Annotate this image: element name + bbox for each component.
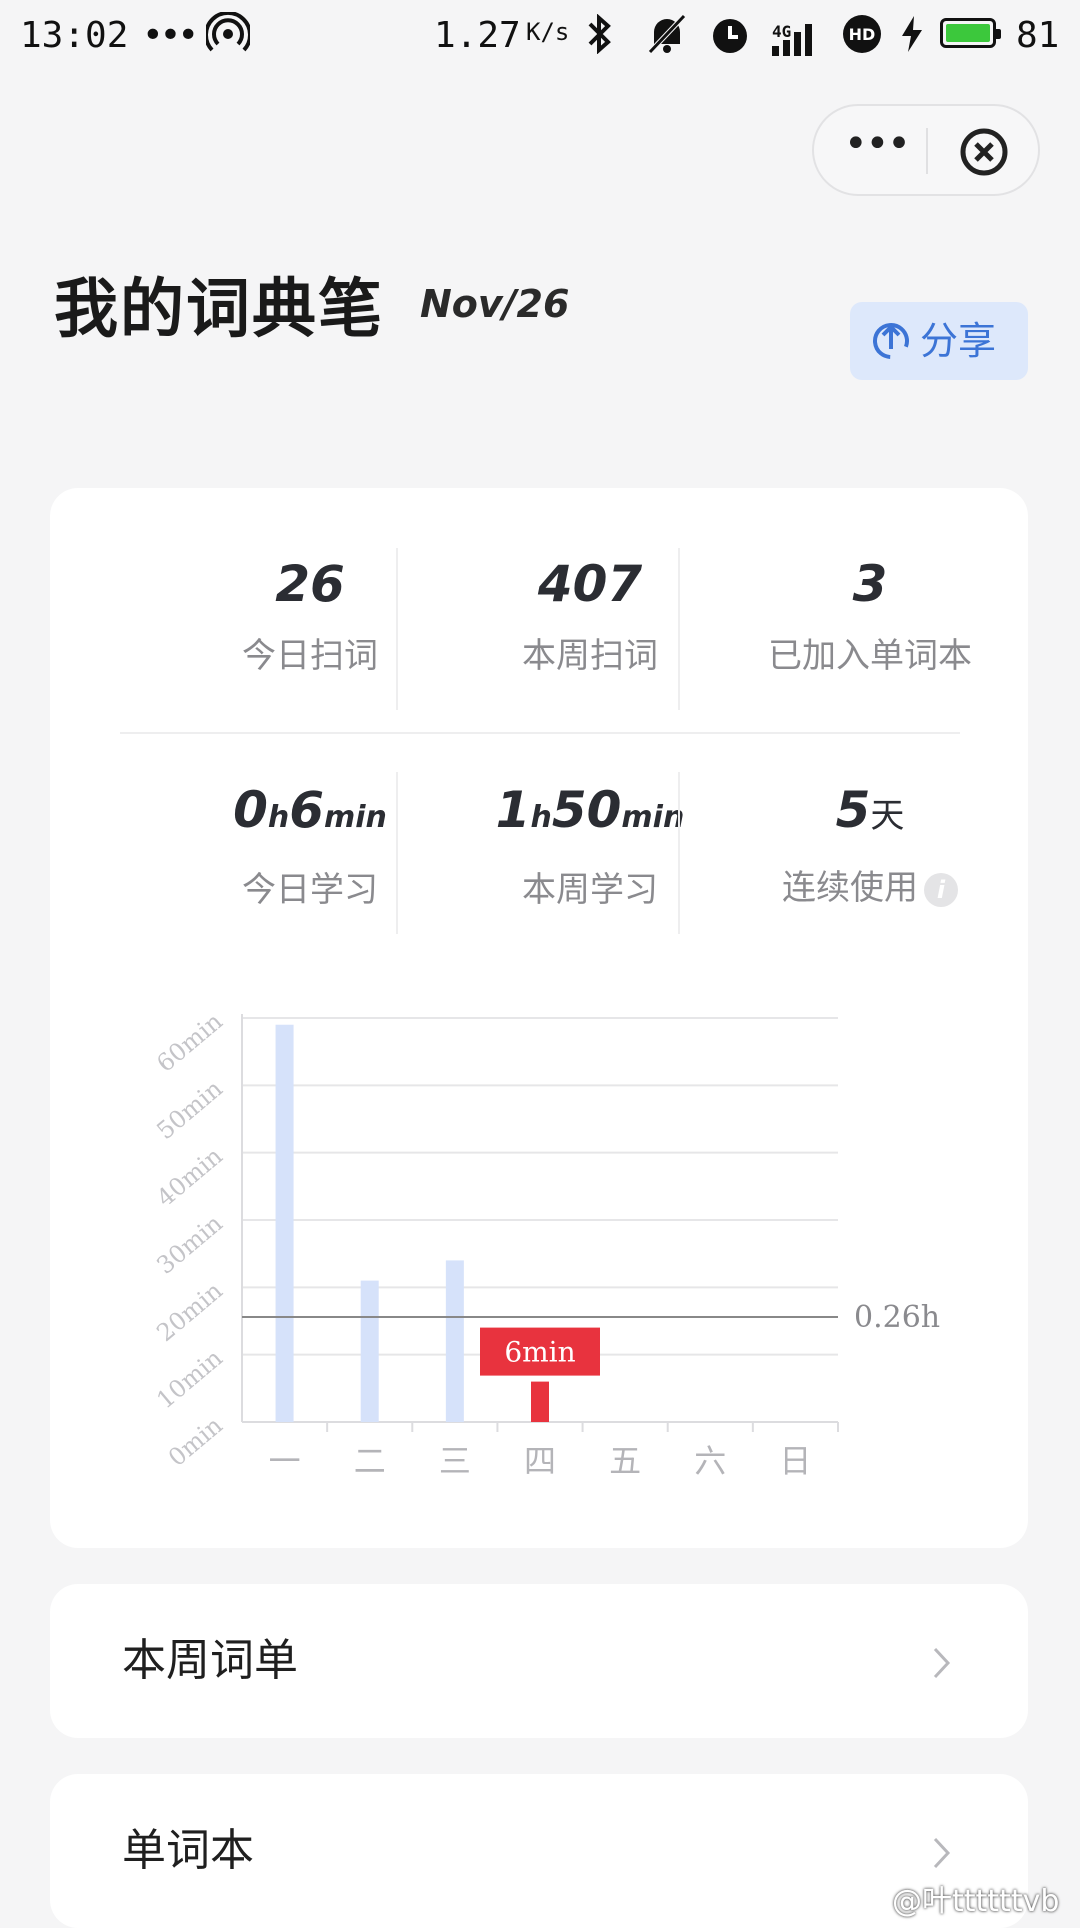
y-tick-label: 30min: [151, 1209, 228, 1280]
alarm-icon: [713, 19, 747, 53]
battery-level: 81: [1016, 15, 1060, 56]
y-tick-label: 0min: [163, 1411, 228, 1472]
stats-card: 26 今日扫词 407 本周扫词 3 已加入单词本 0h6min 今日学习 1h…: [50, 488, 1028, 1548]
close-icon[interactable]: [958, 126, 1010, 178]
charging-icon: [902, 16, 922, 52]
watermark: @叶ttttttvb: [892, 1884, 1060, 1919]
x-tick-label: 六: [694, 1442, 726, 1480]
wordbook-list-item[interactable]: 单词本: [50, 1774, 1028, 1928]
share-upload-icon: [873, 323, 909, 359]
status-bar: 13:02 ••• 1.27 K/s 4G HD 81: [0, 0, 1080, 72]
net-speed-unit: K/s: [526, 18, 570, 46]
x-tick-label: 日: [779, 1442, 811, 1480]
share-button[interactable]: 分享: [850, 302, 1028, 380]
y-tick-label: 40min: [151, 1142, 228, 1213]
more-options-button[interactable]: •••: [844, 124, 911, 176]
average-line-label: 0.26h: [854, 1300, 940, 1335]
status-time: 13:02: [20, 15, 129, 56]
bar-highlight: [531, 1381, 549, 1422]
x-tick-label: 三: [439, 1442, 471, 1480]
bar: [445, 1260, 464, 1422]
x-tick-label: 四: [524, 1442, 556, 1480]
chevron-right-icon: [933, 1647, 951, 1679]
hotspot-icon: [206, 12, 250, 52]
x-tick-label: 二: [354, 1442, 386, 1480]
list-item-label: 本周词单: [122, 1635, 298, 1686]
study-time-chart: 0min10min20min30min40min50min60min 一 二 三 四 五 六…: [151, 1007, 940, 1480]
net-speed: 1.27: [434, 15, 521, 56]
list-item-label: 单词本: [122, 1825, 254, 1876]
hd-voice-icon: HD: [843, 15, 881, 53]
x-tick-label: 一: [269, 1442, 301, 1480]
bar: [275, 1024, 294, 1422]
capsule-divider: [926, 128, 928, 174]
x-tick-label: 五: [609, 1442, 641, 1480]
mute-bell-icon: [648, 14, 686, 54]
weekly-word-list-item[interactable]: 本周词单: [50, 1584, 1028, 1738]
share-label: 分享: [920, 319, 997, 363]
signal-icon: [772, 24, 812, 56]
y-tick-label: 20min: [151, 1276, 228, 1347]
status-more-icon: •••: [142, 15, 199, 56]
bluetooth-icon: [588, 14, 611, 54]
y-tick-label: 50min: [151, 1074, 228, 1145]
date-label: Nov/26: [420, 282, 570, 326]
page-title: 我的词典笔: [54, 273, 384, 347]
chevron-right-icon: [933, 1837, 951, 1869]
svg-text:HD: HD: [849, 25, 876, 44]
highlight-tooltip-label: 6min: [504, 1336, 575, 1369]
capsule-menu: •••: [812, 104, 1040, 196]
y-tick-label: 10min: [151, 1344, 228, 1415]
y-tick-label: 60min: [151, 1007, 228, 1078]
bar: [360, 1280, 379, 1422]
battery-icon: [940, 18, 1001, 48]
